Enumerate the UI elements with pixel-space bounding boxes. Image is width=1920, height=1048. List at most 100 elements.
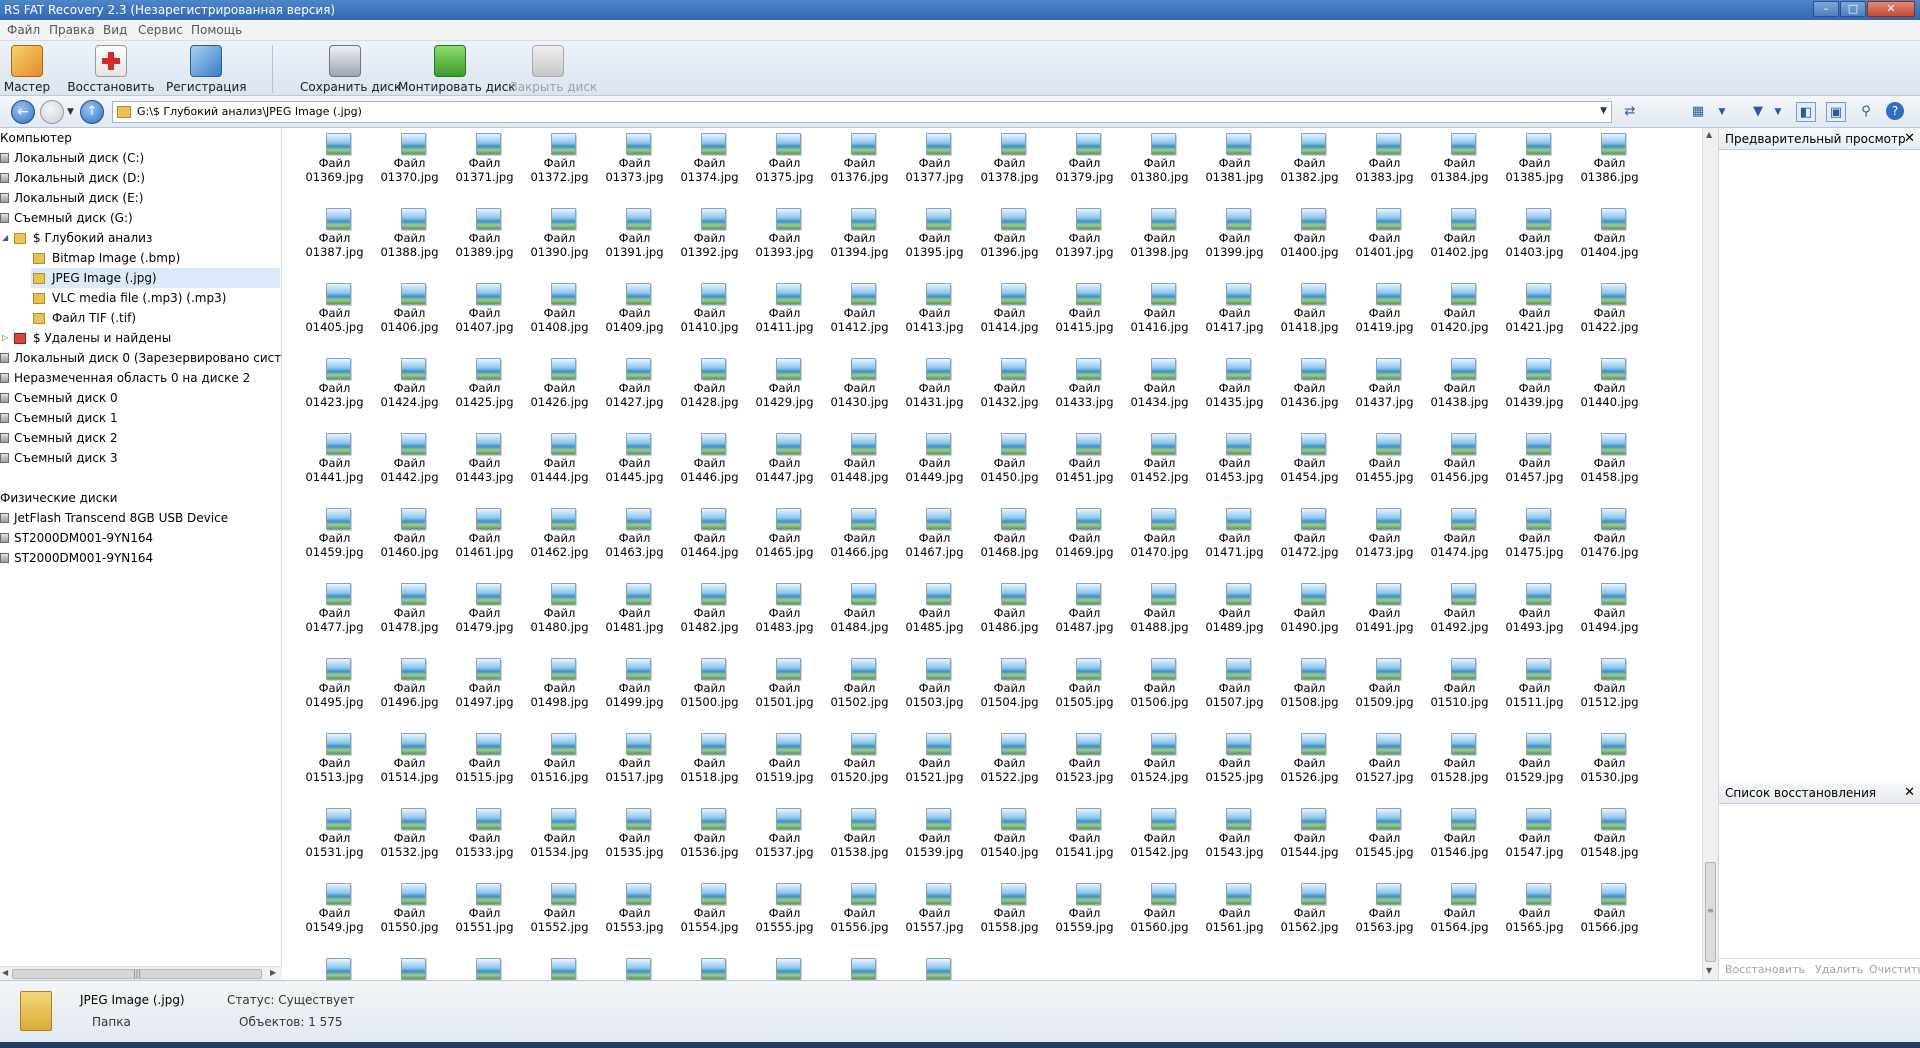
file-item[interactable]: Файл 01371.jpg bbox=[447, 128, 522, 184]
file-item[interactable]: Файл 01394.jpg bbox=[822, 184, 897, 259]
file-item[interactable]: Файл 01417.jpg bbox=[1197, 259, 1272, 334]
file-item[interactable]: Файл 01392.jpg bbox=[672, 184, 747, 259]
view-mode-icon[interactable]: ▦ bbox=[1688, 102, 1708, 122]
file-item[interactable]: Файл 01441.jpg bbox=[297, 409, 372, 484]
file-item[interactable]: Файл 01537.jpg bbox=[747, 784, 822, 859]
file-item[interactable]: Файл 01548.jpg bbox=[1572, 784, 1647, 859]
file-item[interactable]: Файл 01420.jpg bbox=[1422, 259, 1497, 334]
file-item[interactable]: Файл 01566.jpg bbox=[1572, 859, 1647, 934]
file-item[interactable]: Файл 01421.jpg bbox=[1497, 259, 1572, 334]
file-item[interactable]: Файл 01396.jpg bbox=[972, 184, 1047, 259]
tree-item-removable-1[interactable]: Съемный диск 1 bbox=[0, 408, 280, 428]
close-window-button[interactable]: ✕ bbox=[1867, 1, 1915, 17]
file-item[interactable]: Файл 01443.jpg bbox=[447, 409, 522, 484]
file-item[interactable]: Файл 01515.jpg bbox=[447, 709, 522, 784]
file-item[interactable]: Файл 01477.jpg bbox=[297, 559, 372, 634]
file-item[interactable]: Файл 01404.jpg bbox=[1572, 184, 1647, 259]
file-item[interactable]: Файл 01453.jpg bbox=[1197, 409, 1272, 484]
file-item[interactable]: Файл 01432.jpg bbox=[972, 334, 1047, 409]
file-item[interactable]: Файл 01437.jpg bbox=[1347, 334, 1422, 409]
tree-item-tif[interactable]: Файл TIF (.tif) bbox=[0, 308, 280, 328]
close-disk-button[interactable]: Закрыть диск bbox=[510, 41, 597, 96]
file-item[interactable]: Файл 01516.jpg bbox=[522, 709, 597, 784]
file-item[interactable]: Файл 01451.jpg bbox=[1047, 409, 1122, 484]
address-input[interactable]: G:\$ Глубокий анализ\JPEG Image (.jpg) ▼ bbox=[112, 101, 1612, 123]
restore-list-restore-button[interactable]: Восстановить bbox=[1725, 963, 1805, 976]
file-item[interactable]: Файл 01467.jpg bbox=[897, 484, 972, 559]
file-item[interactable]: Файл 01414.jpg bbox=[972, 259, 1047, 334]
tree-item-jetflash[interactable]: JetFlash Transcend 8GB USB Device bbox=[0, 508, 280, 528]
file-item[interactable]: Файл 01554.jpg bbox=[672, 859, 747, 934]
file-item[interactable]: Файл 01544.jpg bbox=[1272, 784, 1347, 859]
file-item[interactable]: Файл 01457.jpg bbox=[1497, 409, 1572, 484]
file-item[interactable]: Файл 01448.jpg bbox=[822, 409, 897, 484]
file-item[interactable]: Файл 01558.jpg bbox=[972, 859, 1047, 934]
tree-item-removable-0[interactable]: Съемный диск 0 bbox=[0, 388, 280, 408]
back-button[interactable]: ← bbox=[11, 100, 35, 124]
menu-service[interactable]: Сервис bbox=[138, 23, 183, 37]
expand-icon[interactable]: ▷ bbox=[2, 328, 8, 348]
tree-item-deep-analysis[interactable]: ◢ $ Глубокий анализ bbox=[0, 228, 280, 248]
file-item[interactable]: Файл 01378.jpg bbox=[972, 128, 1047, 184]
file-item[interactable]: Файл 01402.jpg bbox=[1422, 184, 1497, 259]
file-item[interactable]: Файл 01411.jpg bbox=[747, 259, 822, 334]
file-item[interactable]: Файл 01388.jpg bbox=[372, 184, 447, 259]
file-item[interactable]: Файл 01553.jpg bbox=[597, 859, 672, 934]
preview-panel-close-button[interactable]: ✕ bbox=[1904, 128, 1915, 150]
scroll-right-icon[interactable]: ▶ bbox=[270, 968, 276, 977]
file-item[interactable]: Файл 01384.jpg bbox=[1422, 128, 1497, 184]
file-item[interactable]: Файл 01444.jpg bbox=[522, 409, 597, 484]
file-item[interactable]: Файл 01539.jpg bbox=[897, 784, 972, 859]
file-item[interactable]: Файл 01401.jpg bbox=[1347, 184, 1422, 259]
file-grid-vertical-scrollbar[interactable]: ▲ ≡ ▼ bbox=[1702, 128, 1718, 980]
file-item[interactable]: Файл 01466.jpg bbox=[822, 484, 897, 559]
file-item[interactable]: Файл 01463.jpg bbox=[597, 484, 672, 559]
file-item[interactable]: Файл 01382.jpg bbox=[1272, 128, 1347, 184]
file-item[interactable]: Файл 01546.jpg bbox=[1422, 784, 1497, 859]
file-item[interactable]: Файл 01434.jpg bbox=[1122, 334, 1197, 409]
file-item[interactable]: Файл 01543.jpg bbox=[1197, 784, 1272, 859]
file-item[interactable]: Файл 01519.jpg bbox=[747, 709, 822, 784]
file-item[interactable]: Файл 01446.jpg bbox=[672, 409, 747, 484]
file-item[interactable]: Файл 01491.jpg bbox=[1347, 559, 1422, 634]
file-item[interactable]: Файл 01385.jpg bbox=[1497, 128, 1572, 184]
file-item[interactable]: Файл 01489.jpg bbox=[1197, 559, 1272, 634]
file-item[interactable]: Файл 01473.jpg bbox=[1347, 484, 1422, 559]
refresh-icon[interactable]: ⇄ bbox=[1620, 102, 1640, 122]
tree-item-unallocated[interactable]: Неразмеченная область 0 на диске 2 bbox=[0, 368, 280, 388]
file-item[interactable]: Файл 01449.jpg bbox=[897, 409, 972, 484]
restore-list-clear-button[interactable]: Очистить bbox=[1869, 963, 1920, 976]
file-item[interactable]: Файл 01390.jpg bbox=[522, 184, 597, 259]
file-item[interactable]: Файл 01523.jpg bbox=[1047, 709, 1122, 784]
maximize-button[interactable]: □ bbox=[1840, 1, 1866, 17]
file-item[interactable]: Файл 01487.jpg bbox=[1047, 559, 1122, 634]
wizard-button[interactable]: Мастер bbox=[2, 41, 52, 96]
file-item[interactable]: Файл 01561.jpg bbox=[1197, 859, 1272, 934]
filter-icon[interactable]: ▼ bbox=[1748, 102, 1768, 122]
file-item[interactable]: Файл 01495.jpg bbox=[297, 634, 372, 709]
file-item[interactable]: Файл 01419.jpg bbox=[1347, 259, 1422, 334]
scroll-up-icon[interactable]: ▲ bbox=[1706, 130, 1712, 139]
file-item[interactable]: Файл 01563.jpg bbox=[1347, 859, 1422, 934]
file-item[interactable]: Файл 01408.jpg bbox=[522, 259, 597, 334]
file-item[interactable]: Файл 01541.jpg bbox=[1047, 784, 1122, 859]
file-item[interactable]: Файл 01479.jpg bbox=[447, 559, 522, 634]
file-item[interactable]: Файл 01530.jpg bbox=[1572, 709, 1647, 784]
file-item[interactable]: Файл 01550.jpg bbox=[372, 859, 447, 934]
tree-item-drive-g[interactable]: Съемный диск (G:) bbox=[0, 208, 280, 228]
file-item[interactable]: Файл 01504.jpg bbox=[972, 634, 1047, 709]
file-item[interactable]: Файл 01376.jpg bbox=[822, 128, 897, 184]
file-item[interactable]: Файл 01461.jpg bbox=[447, 484, 522, 559]
tree-item-computer[interactable]: Компьютер bbox=[0, 128, 280, 148]
menu-file[interactable]: Файл bbox=[7, 23, 40, 37]
file-item[interactable]: Файл 01405.jpg bbox=[297, 259, 372, 334]
file-item[interactable]: Файл 01476.jpg bbox=[1572, 484, 1647, 559]
file-item[interactable]: Файл 01397.jpg bbox=[1047, 184, 1122, 259]
file-item[interactable]: Файл 01481.jpg bbox=[597, 559, 672, 634]
file-item[interactable]: Файл 01438.jpg bbox=[1422, 334, 1497, 409]
register-button[interactable]: Регистрация bbox=[166, 41, 246, 96]
file-item[interactable]: Файл 01450.jpg bbox=[972, 409, 1047, 484]
file-item[interactable]: Файл 01436.jpg bbox=[1272, 334, 1347, 409]
file-item[interactable]: Файл 01527.jpg bbox=[1347, 709, 1422, 784]
file-item[interactable]: Файл 01377.jpg bbox=[897, 128, 972, 184]
